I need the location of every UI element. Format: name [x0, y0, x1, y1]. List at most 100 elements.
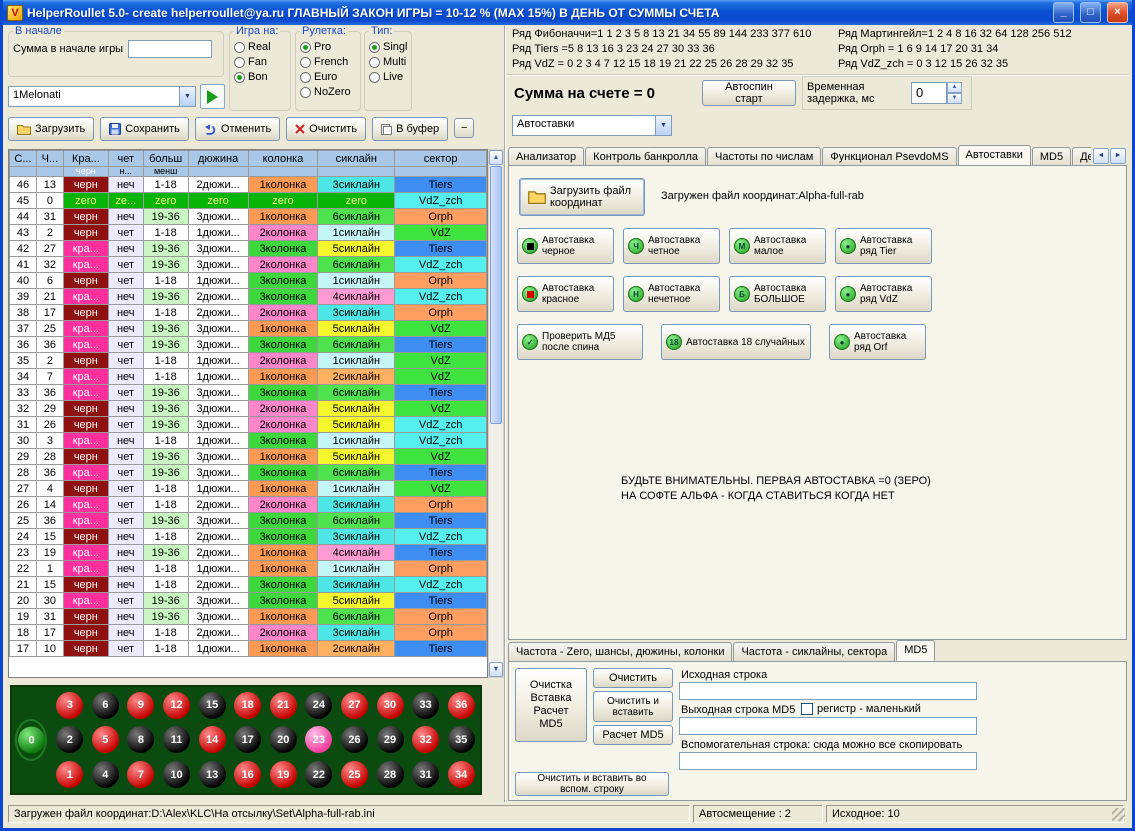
- md5-clear-paste-button[interactable]: Очистить и вставить: [593, 691, 673, 722]
- board-number-14[interactable]: 14: [199, 726, 226, 753]
- table-row[interactable]: 3817черннеч1-182дюжи...2колонка3сиклайнO…: [10, 305, 487, 321]
- board-number-32[interactable]: 32: [412, 726, 439, 753]
- radio-option-bon[interactable]: Bon: [234, 71, 286, 83]
- board-number-4[interactable]: 4: [92, 761, 119, 788]
- autospin-start-button[interactable]: Автоспин старт: [702, 80, 796, 106]
- board-number-6[interactable]: 6: [92, 692, 119, 719]
- column-header[interactable]: колонка: [248, 151, 318, 167]
- chevron-down-icon[interactable]: ▼: [655, 115, 672, 136]
- board-number-35[interactable]: 35: [448, 726, 475, 753]
- radio-option-real[interactable]: Real: [234, 41, 286, 53]
- board-number-25[interactable]: 25: [341, 761, 368, 788]
- table-row[interactable]: 2030кра...чет19-363дюжи...3колонка5сикла…: [10, 593, 487, 609]
- md5-stack-button[interactable]: Очистка Вставка Расчет MD5: [515, 668, 587, 742]
- bet-button-автоставка-нечетное[interactable]: НАвтоставка нечетное: [623, 276, 720, 312]
- board-number-9[interactable]: 9: [127, 692, 154, 719]
- tab-функционал-psevdoms[interactable]: Функционал PsevdoMS: [822, 147, 956, 166]
- table-row[interactable]: 3336кра...чет19-363дюжи...3колонка6сикла…: [10, 385, 487, 401]
- toolbar-button-сохранить[interactable]: Сохранить: [100, 117, 189, 141]
- load-coordinates-button[interactable]: Загрузить файл координат: [519, 178, 645, 216]
- close-button[interactable]: ×: [1107, 2, 1128, 23]
- board-number-17[interactable]: 17: [234, 726, 261, 753]
- table-row[interactable]: 3126чернчет19-363дюжи...2колонка5сиклайн…: [10, 417, 487, 433]
- radio-option-fan[interactable]: Fan: [234, 56, 286, 68]
- tab-анализатор[interactable]: Анализатор: [508, 147, 584, 166]
- board-number-28[interactable]: 28: [377, 761, 404, 788]
- board-number-13[interactable]: 13: [199, 761, 226, 788]
- table-row[interactable]: 303кра...неч1-181дюжи...3колонка1сиклайн…: [10, 433, 487, 449]
- radio-option-singl[interactable]: Singl: [369, 41, 407, 53]
- board-number-33[interactable]: 33: [412, 692, 439, 719]
- bet-button-автоставка-четное[interactable]: ЧАвтоставка четное: [623, 228, 720, 264]
- resize-grip[interactable]: [1112, 808, 1125, 821]
- board-number-22[interactable]: 22: [305, 761, 332, 788]
- radio-option-french[interactable]: French: [300, 56, 356, 68]
- md5-output-input[interactable]: [679, 717, 977, 735]
- toolbar-button-очистить[interactable]: Очистить: [286, 117, 366, 141]
- table-row[interactable]: 450zeroze...zerozerozerozeroVdZ_zch: [10, 193, 487, 209]
- table-row[interactable]: 3229черннеч19-363дюжи...2колонка5сиклайн…: [10, 401, 487, 417]
- table-row[interactable]: 4227кра...неч19-363дюжи...3колонка5сикла…: [10, 241, 487, 257]
- table-row[interactable]: 4132кра...чет19-363дюжи...2колонка6сикла…: [10, 257, 487, 273]
- profile-combobox[interactable]: 1Melonati ▼: [8, 86, 196, 107]
- table-row[interactable]: 347кра...неч1-181дюжи...1колонка2сиклайн…: [10, 369, 487, 385]
- table-row[interactable]: 3725кра...неч19-363дюжи...1колонка5сикла…: [10, 321, 487, 337]
- tabs-scroll-left-icon[interactable]: ◄: [1093, 148, 1109, 164]
- bet-button-автоставка-ряд-tier[interactable]: ●Автоставка ряд Tier: [835, 228, 932, 264]
- board-number-16[interactable]: 16: [234, 761, 261, 788]
- board-number-7[interactable]: 7: [127, 761, 154, 788]
- board-number-23[interactable]: 23: [305, 726, 332, 753]
- board-number-26[interactable]: 26: [341, 726, 368, 753]
- board-number-8[interactable]: 8: [127, 726, 154, 753]
- tab-частота-zero-шансы-дюжины-колонки[interactable]: Частота - Zero, шансы, дюжины, колонки: [508, 642, 732, 661]
- md5-aux-input[interactable]: [679, 752, 977, 770]
- tab-контроль-банкролла[interactable]: Контроль банкролла: [585, 147, 706, 166]
- radio-option-multi[interactable]: Multi: [369, 56, 407, 68]
- board-number-15[interactable]: 15: [199, 692, 226, 719]
- table-row[interactable]: 2928чернчет19-363дюжи...1колонка5сиклайн…: [10, 449, 487, 465]
- md5-calc-button[interactable]: Расчет MD5: [593, 725, 673, 745]
- table-row[interactable]: 2614кра...чет1-182дюжи...2колонка3сиклай…: [10, 497, 487, 513]
- board-number-2[interactable]: 2: [56, 726, 83, 753]
- board-number-30[interactable]: 30: [377, 692, 404, 719]
- board-number-1[interactable]: 1: [56, 761, 83, 788]
- table-row[interactable]: 274чернчет1-181дюжи...1колонка1сиклайнVd…: [10, 481, 487, 497]
- board-number-24[interactable]: 24: [305, 692, 332, 719]
- board-number-20[interactable]: 20: [270, 726, 297, 753]
- md5-clear-button[interactable]: Очистить: [593, 668, 673, 688]
- board-number-27[interactable]: 27: [341, 692, 368, 719]
- column-header[interactable]: сиклайн: [318, 151, 395, 167]
- tab-частоты-по-числам[interactable]: Частоты по числам: [707, 147, 821, 166]
- minimize-button[interactable]: _: [1053, 2, 1074, 23]
- table-row[interactable]: 352чернчет1-181дюжи...2колонка1сиклайнVd…: [10, 353, 487, 369]
- toolbar-button-загрузить[interactable]: Загрузить: [8, 117, 94, 141]
- table-row[interactable]: 4431черннеч19-363дюжи...1колонка6сиклайн…: [10, 209, 487, 225]
- board-number-11[interactable]: 11: [163, 726, 190, 753]
- radio-option-nozero[interactable]: NoZero: [300, 86, 356, 98]
- checkbox-icon[interactable]: [801, 703, 813, 715]
- column-header[interactable]: Ч...: [36, 151, 63, 167]
- tabs-scroll-right-icon[interactable]: ►: [1110, 148, 1126, 164]
- play-button[interactable]: [200, 84, 225, 109]
- table-row[interactable]: 3636кра...чет19-363дюжи...3колонка6сикла…: [10, 337, 487, 353]
- toolbar-button-отменить[interactable]: Отменить: [195, 117, 280, 141]
- table-row[interactable]: 432чернчет1-181дюжи...2колонка1сиклайнVd…: [10, 225, 487, 241]
- bet-button-автоставка-красное[interactable]: Автоставка красное: [517, 276, 614, 312]
- autobet-combobox[interactable]: Автоставки ▼: [512, 115, 672, 136]
- column-header[interactable]: больш: [143, 151, 188, 167]
- delay-value[interactable]: 0: [911, 82, 947, 104]
- board-number-29[interactable]: 29: [377, 726, 404, 753]
- column-header[interactable]: С...: [10, 151, 37, 167]
- board-number-34[interactable]: 34: [448, 761, 475, 788]
- scroll-down-icon[interactable]: ▼: [489, 662, 503, 677]
- md5-source-input[interactable]: [679, 682, 977, 700]
- bet-button-автоставка-малое[interactable]: МАвтоставка малое: [729, 228, 826, 264]
- board-number-19[interactable]: 19: [270, 761, 297, 788]
- scroll-up-icon[interactable]: ▲: [489, 150, 503, 165]
- toolbar-button-item[interactable]: −: [454, 118, 474, 138]
- column-header[interactable]: Кра...: [63, 151, 108, 167]
- table-row[interactable]: 3921кра...неч19-362дюжи...3колонка4сикла…: [10, 289, 487, 305]
- tab-частота-сиклайны-сектора[interactable]: Частота - сиклайны, сектора: [733, 642, 895, 661]
- column-header[interactable]: сектор: [395, 151, 487, 167]
- bet-button-проверить-мд5-после-спина[interactable]: ✓Проверить МД5 после спина: [517, 324, 643, 360]
